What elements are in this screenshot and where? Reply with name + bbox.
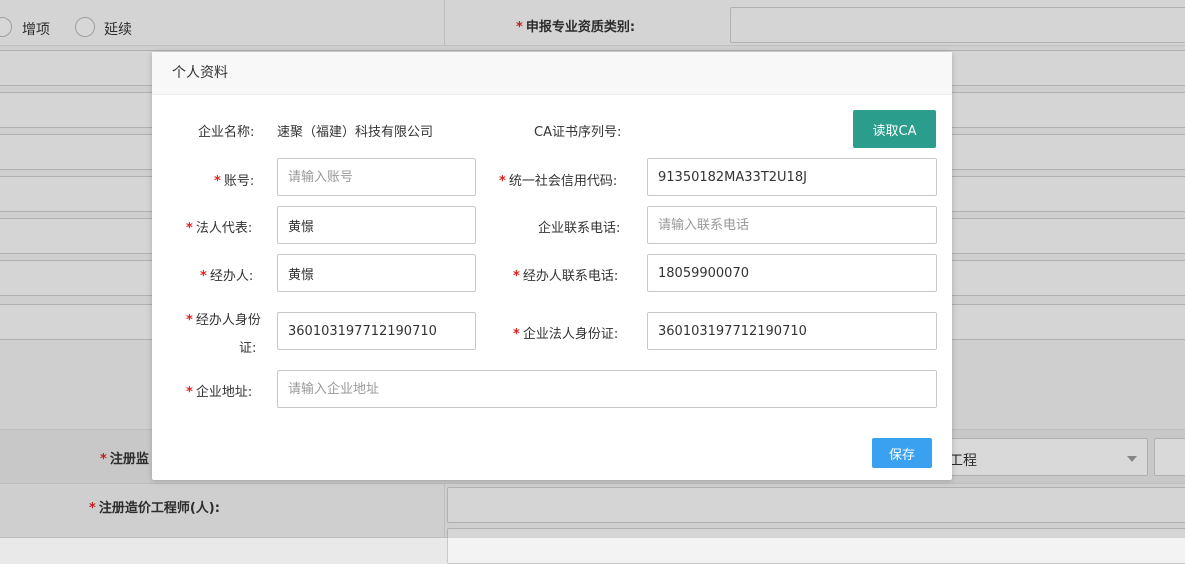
legal-id-input[interactable]: [647, 312, 937, 350]
agent-phone-label: * 经办人联系电话:: [513, 269, 619, 284]
agent-input[interactable]: [277, 254, 476, 292]
legal-id-label: * 企业法人身份证:: [513, 327, 619, 342]
read-ca-button[interactable]: 读取CA: [853, 110, 936, 148]
address-label: * 企业地址:: [186, 385, 253, 400]
agent-id-input[interactable]: [277, 312, 476, 350]
personal-info-dialog: 个人资料 企业名称: 速聚（福建）科技有限公司 CA证书序列号: 读取CA * 账…: [152, 52, 952, 480]
agent-id-label-line2: 证:: [239, 341, 257, 356]
ca-serial-label: CA证书序列号:: [534, 125, 622, 140]
address-input[interactable]: [277, 370, 937, 408]
account-input[interactable]: [277, 158, 476, 196]
agent-label: * 经办人:: [200, 269, 254, 284]
company-name-label: 企业名称:: [198, 125, 255, 140]
company-phone-input[interactable]: [647, 206, 937, 244]
save-button[interactable]: 保存: [872, 438, 932, 468]
dialog-title: 个人资料: [152, 52, 952, 95]
account-label: * 账号:: [214, 174, 255, 189]
company-phone-label: 企业联系电话:: [538, 221, 621, 236]
company-name-value: 速聚（福建）科技有限公司: [277, 125, 434, 140]
credit-code-input[interactable]: [647, 158, 937, 196]
agent-id-label: * 经办人身份: [186, 313, 261, 328]
credit-code-label: * 统一社会信用代码:: [499, 174, 618, 189]
agent-phone-input[interactable]: [647, 254, 937, 292]
legal-rep-label: * 法人代表:: [186, 221, 253, 236]
legal-rep-input[interactable]: [277, 206, 476, 244]
